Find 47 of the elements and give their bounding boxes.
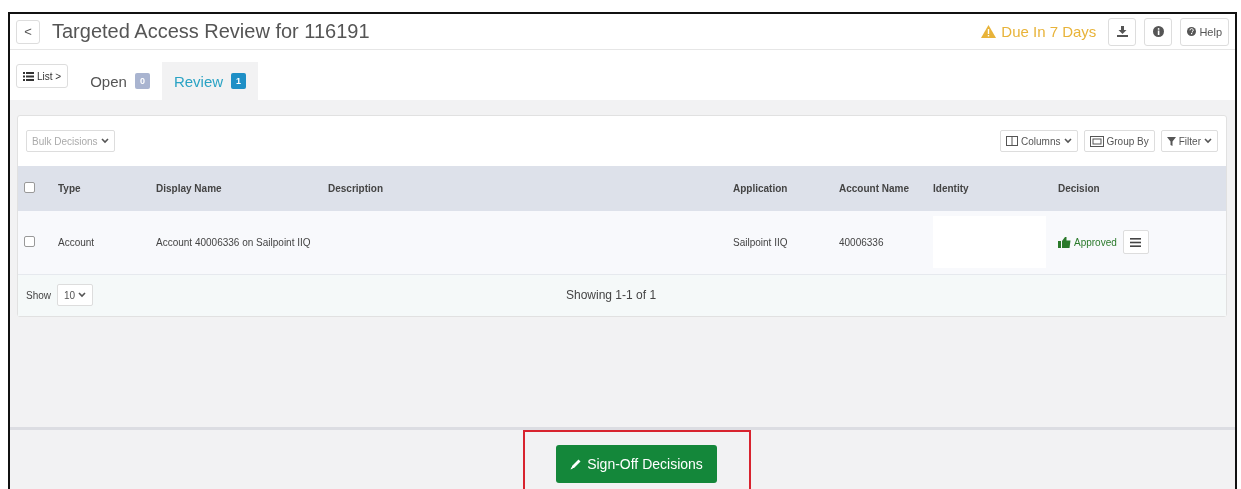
back-button[interactable]: <: [16, 19, 40, 44]
menu-button[interactable]: [1122, 230, 1149, 255]
column-header: Type: [58, 183, 81, 194]
help-button[interactable]: Help: [1180, 17, 1229, 46]
group-by-button[interactable]: Group By: [1083, 130, 1155, 152]
column-header: Description: [328, 183, 383, 194]
select-all-checkbox[interactable]: [24, 182, 35, 193]
chevron-down-icon: [1204, 138, 1212, 144]
tab[interactable]: Review 1: [161, 62, 259, 100]
list-icon: [23, 71, 34, 81]
page-title: Targeted Access Review for 116191: [52, 20, 371, 43]
due-label: Due In 7 Days: [1001, 23, 1097, 40]
table-cell: Account 40006336 on Sailpoint IIQ: [156, 236, 311, 248]
count-badge: 1: [231, 73, 247, 89]
help-icon: [1187, 27, 1197, 36]
sign-off-button[interactable]: Sign-Off Decisions: [556, 444, 717, 483]
table-cell: Sailpoint IIQ: [733, 236, 788, 248]
columns-icon: [1006, 136, 1019, 146]
info-icon: [1152, 26, 1164, 37]
row-checkbox[interactable]: [24, 235, 35, 247]
chevron-down-icon: [100, 138, 109, 144]
download-icon: [1116, 26, 1128, 37]
column-header: Display Name: [156, 183, 222, 194]
list-button[interactable]: List >: [16, 64, 69, 88]
table-cell: Account: [58, 236, 95, 248]
column-header: Application: [733, 183, 788, 194]
column-header: Identity: [933, 183, 969, 194]
paging-summary: Showing 1-1 of 1: [566, 288, 657, 302]
filter-icon: [1166, 136, 1176, 146]
chevron-down-icon: [1063, 138, 1072, 144]
menu-icon: [1130, 237, 1142, 247]
download-button[interactable]: [1108, 17, 1137, 46]
columns-button[interactable]: Columns: [1000, 130, 1078, 152]
thumbs-up-icon: [1058, 236, 1071, 248]
chevron-down-icon: [78, 292, 87, 298]
show-label: Show: [26, 289, 51, 301]
group-icon: [1089, 135, 1104, 147]
filter-button[interactable]: Filter: [1160, 130, 1218, 152]
column-header: Decision: [1058, 183, 1100, 194]
decision-label: Approved: [1074, 236, 1117, 248]
pencil-icon: [570, 457, 583, 470]
page-size-select[interactable]: 10: [57, 284, 94, 306]
table-cell: 40006336: [839, 236, 884, 248]
column-header: Account Name: [839, 183, 909, 194]
info-button[interactable]: [1144, 17, 1173, 46]
warning-icon: [981, 25, 997, 38]
count-badge: 0: [134, 73, 150, 89]
